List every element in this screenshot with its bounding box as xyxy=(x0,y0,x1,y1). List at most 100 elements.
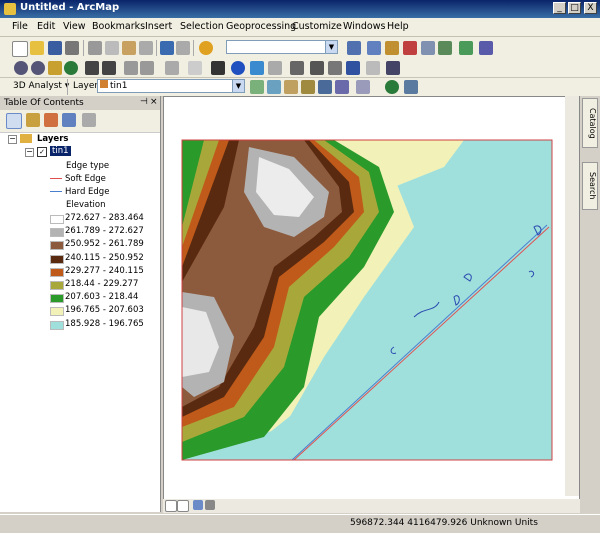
elevation-class-swatch xyxy=(50,254,64,264)
measure-icon[interactable] xyxy=(290,61,304,75)
extensions-icon[interactable] xyxy=(459,41,473,55)
full-extent-icon[interactable] xyxy=(64,61,78,75)
profile-dropdown-icon[interactable] xyxy=(356,80,370,94)
close-icon[interactable]: × xyxy=(150,97,158,107)
layers-icon xyxy=(20,134,32,143)
find-icon[interactable] xyxy=(310,61,324,75)
collapse-tin1-icon[interactable]: − xyxy=(25,148,34,157)
arcscene-icon[interactable] xyxy=(385,80,399,94)
menu-insert[interactable]: Insert xyxy=(145,21,172,32)
toc-options-icon[interactable] xyxy=(82,113,96,127)
layers-root-label[interactable]: Layers xyxy=(37,134,68,144)
list-by-selection-icon[interactable] xyxy=(62,113,76,127)
elevation-class-label: 272.627 - 283.464 xyxy=(65,213,144,223)
delete-icon[interactable] xyxy=(139,41,153,55)
menu-view[interactable]: View xyxy=(63,21,86,32)
chevron-down-icon: ▼ xyxy=(325,41,337,53)
menu-file[interactable]: File xyxy=(12,21,28,32)
save-icon[interactable] xyxy=(48,41,62,55)
menu-help[interactable]: Help xyxy=(387,21,409,32)
tin-surface-map[interactable] xyxy=(164,97,564,497)
python-window-icon[interactable] xyxy=(421,41,435,55)
menu-geoprocessing[interactable]: Geoprocessing xyxy=(226,21,296,32)
elevation-class-swatch xyxy=(50,241,64,251)
interpolate-point-icon[interactable] xyxy=(250,80,264,94)
scale-combo[interactable]: ▼ xyxy=(226,40,338,54)
copy-icon[interactable] xyxy=(105,41,119,55)
hyperlink-icon[interactable] xyxy=(250,61,264,75)
interpolate-line-icon[interactable] xyxy=(267,80,281,94)
zoom-out-icon[interactable] xyxy=(31,61,45,75)
elevation-class-label: 196.765 - 207.603 xyxy=(65,305,144,316)
print-icon[interactable] xyxy=(65,41,79,55)
arcmap-logo-icon xyxy=(4,3,16,15)
cut-icon[interactable] xyxy=(88,41,102,55)
select-elements-icon[interactable] xyxy=(211,61,225,75)
zoom-in-icon[interactable] xyxy=(14,61,28,75)
model-builder-icon[interactable] xyxy=(438,41,452,55)
interpolate-polygon-icon[interactable] xyxy=(318,80,332,94)
menu-customize[interactable]: Customize xyxy=(292,21,342,32)
arcglobe-icon[interactable] xyxy=(404,80,418,94)
identify-icon[interactable] xyxy=(231,61,245,75)
arctoolbox-icon[interactable] xyxy=(403,41,417,55)
minimize-button[interactable]: _ xyxy=(553,2,566,14)
list-by-source-icon[interactable] xyxy=(26,113,40,127)
search-tab[interactable]: Search xyxy=(582,162,598,210)
paste-icon[interactable] xyxy=(122,41,136,55)
menu-edit[interactable]: Edit xyxy=(37,21,55,32)
catalog-tab[interactable]: Catalog xyxy=(582,98,598,148)
menu-bookmarks[interactable]: Bookmarks xyxy=(92,21,145,32)
pin-icon[interactable]: ⊣ xyxy=(140,97,148,107)
time-slider-icon[interactable] xyxy=(366,61,380,75)
maximize-button[interactable]: □ xyxy=(568,2,581,14)
undo-icon[interactable] xyxy=(160,41,174,55)
list-by-drawing-order-icon[interactable] xyxy=(6,113,22,129)
open-folder-icon[interactable] xyxy=(30,41,44,55)
select-features-icon[interactable] xyxy=(165,61,179,75)
line-of-sight-icon[interactable] xyxy=(301,80,315,94)
new-document-icon[interactable] xyxy=(12,41,28,57)
layer-visibility-checkbox[interactable]: ✓ xyxy=(37,147,47,157)
refresh-icon[interactable] xyxy=(193,500,203,510)
hard-edge-label: Hard Edge xyxy=(65,187,110,197)
map-bottom-bar xyxy=(163,499,580,513)
pan-icon[interactable] xyxy=(48,61,62,75)
tin1-layer-label[interactable]: tin1 xyxy=(50,146,71,156)
clear-selection-icon[interactable] xyxy=(188,61,202,75)
editor-toolbar-icon[interactable] xyxy=(347,41,361,55)
collapse-layers-icon[interactable]: − xyxy=(8,135,17,144)
whats-this-icon[interactable] xyxy=(479,41,493,55)
menu-selection[interactable]: Selection xyxy=(180,21,224,32)
coordinate-readout: 596872.344 4116479.926 Unknown Units xyxy=(350,518,538,528)
fixed-zoom-in-icon[interactable] xyxy=(85,61,99,75)
layout-view-icon[interactable] xyxy=(177,500,189,512)
elevation-class-swatch xyxy=(50,215,64,224)
map-vertical-scrollbar[interactable] xyxy=(565,96,579,496)
list-by-visibility-icon[interactable] xyxy=(44,113,58,127)
pause-drawing-icon[interactable] xyxy=(205,500,215,510)
data-view-icon[interactable] xyxy=(165,500,177,512)
forward-extent-icon[interactable] xyxy=(140,61,154,75)
profile-graph-icon[interactable] xyxy=(335,80,349,94)
redo-icon[interactable] xyxy=(176,41,190,55)
go-to-xy-icon[interactable] xyxy=(346,61,360,75)
identify-results-icon[interactable] xyxy=(367,41,381,55)
map-display[interactable] xyxy=(163,96,580,502)
elevation-class-label: 218.44 - 229.277 xyxy=(65,279,139,289)
add-data-icon[interactable] xyxy=(199,41,213,55)
create-viewer-icon[interactable] xyxy=(386,61,400,75)
find-route-icon[interactable] xyxy=(328,61,342,75)
fixed-zoom-out-icon[interactable] xyxy=(102,61,116,75)
elevation-class-swatch xyxy=(50,307,64,317)
layer-select[interactable]: tin1 ▼ xyxy=(97,79,245,93)
back-extent-icon[interactable] xyxy=(124,61,138,75)
table-of-contents: Table Of Contents ⊣ × − Layers − ✓ tin1 … xyxy=(0,96,161,512)
menu-windows[interactable]: Windows xyxy=(343,21,385,32)
catalog-window-icon[interactable] xyxy=(385,41,399,55)
steepest-path-icon[interactable] xyxy=(284,80,298,94)
html-popup-icon[interactable] xyxy=(268,61,282,75)
3d-analyst-menu[interactable]: 3D Analyst ▾ xyxy=(13,81,69,91)
title-bar: Untitled - ArcMap _ □ X xyxy=(0,0,600,18)
close-button[interactable]: X xyxy=(584,2,597,14)
